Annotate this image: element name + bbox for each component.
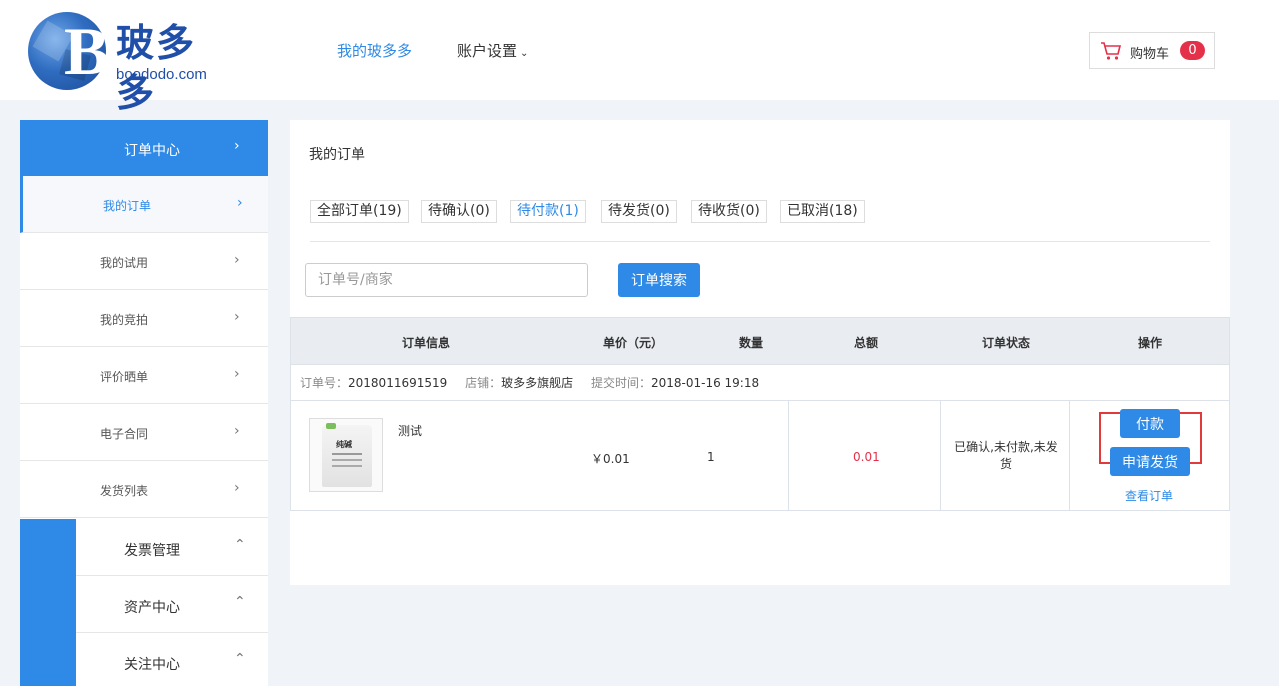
- table-header: 订单信息 单价（元） 数量 总额 订单状态 操作: [290, 317, 1230, 365]
- column-header-actions: 操作: [1137, 336, 1163, 350]
- sidebar-order-center[interactable]: 订单中心 ›: [20, 120, 268, 176]
- bag-tag-shape: [326, 423, 336, 429]
- sidebar: 订单中心 › 我的订单 › 我的试用 › 我的竞拍 › 评价晒单 › 电子合同 …: [20, 120, 268, 686]
- page-title: 我的订单: [309, 147, 365, 163]
- tab-all-orders[interactable]: 全部订单(19): [310, 200, 409, 223]
- submit-time-label: 提交时间：: [590, 376, 651, 390]
- product-name[interactable]: 测试: [398, 422, 422, 439]
- chevron-right-icon: ›: [234, 309, 240, 325]
- column-header-quantity: 数量: [738, 336, 764, 350]
- shop-label: 店铺：: [465, 376, 502, 390]
- sidebar-item-label: 发货列表: [100, 484, 149, 498]
- pay-button[interactable]: 付款: [1120, 409, 1180, 438]
- sidebar-item-my-auctions[interactable]: 我的竞拍 ›: [20, 290, 268, 347]
- column-divider: [1069, 401, 1070, 510]
- nav-my-boododo[interactable]: 我的玻多多: [337, 40, 412, 61]
- tab-pending-payment[interactable]: 待付款(1): [510, 200, 586, 223]
- nav-account-label: 账户设置: [457, 42, 518, 60]
- sidebar-group-label: 发票管理: [124, 543, 180, 559]
- logo-letter: B: [64, 13, 110, 89]
- order-search-button[interactable]: 订单搜索: [618, 263, 700, 297]
- chevron-right-icon: ›: [234, 423, 240, 439]
- sidebar-group-marker: [20, 519, 76, 576]
- column-header-total: 总额: [853, 336, 879, 350]
- chevron-right-icon: ›: [234, 480, 240, 496]
- nav-account-settings[interactable]: 账户设置 ⌄: [457, 40, 528, 61]
- sidebar-group-follow[interactable]: 关注中心 ⌃: [20, 633, 268, 686]
- chevron-right-icon: ›: [234, 252, 240, 268]
- chevron-up-icon: ⌃: [234, 537, 246, 553]
- unit-price: ￥0.01: [591, 452, 630, 466]
- tab-pending-receipt[interactable]: 待收货(0): [691, 200, 767, 223]
- sidebar-group-label: 关注中心: [124, 657, 180, 673]
- logo-domain: boododo.com: [116, 66, 207, 83]
- chevron-up-icon: ⌃: [234, 651, 246, 667]
- product-thumbnail[interactable]: 纯碱: [309, 418, 383, 492]
- sidebar-item-my-orders[interactable]: 我的订单 ›: [20, 176, 268, 233]
- sidebar-group-label: 资产中心: [124, 600, 180, 616]
- sidebar-item-shipping-list[interactable]: 发货列表 ›: [20, 461, 268, 518]
- sidebar-order-center-label: 订单中心: [124, 143, 180, 159]
- cart-button[interactable]: 购物车 0: [1089, 32, 1215, 69]
- sidebar-item-label: 我的试用: [100, 256, 149, 270]
- sidebar-item-reviews[interactable]: 评价晒单 ›: [20, 347, 268, 404]
- order-meta-row: 订单号：2018011691519 店铺：玻多多旗舰店 提交时间：2018-01…: [290, 365, 1230, 401]
- order-status: 已确认,未付款,未发货: [954, 440, 1058, 471]
- chevron-right-icon: ›: [237, 195, 243, 211]
- bag-line: [332, 459, 362, 461]
- sidebar-group-assets[interactable]: 资产中心 ⌃: [20, 576, 268, 633]
- sidebar-item-contracts[interactable]: 电子合同 ›: [20, 404, 268, 461]
- tab-cancelled[interactable]: 已取消(18): [780, 200, 865, 223]
- cart-count-badge: 0: [1180, 41, 1205, 60]
- top-header: B 玻多多 boododo.com 我的玻多多 账户设置 ⌄ 购物车 0: [0, 0, 1279, 115]
- chevron-up-icon: ⌃: [234, 594, 246, 610]
- tab-pending-confirm[interactable]: 待确认(0): [421, 200, 497, 223]
- shop-name[interactable]: 玻多多旗舰店: [501, 376, 573, 390]
- sidebar-group-marker: [20, 633, 76, 686]
- sidebar-item-my-trials[interactable]: 我的试用 ›: [20, 233, 268, 290]
- column-divider: [940, 401, 941, 510]
- view-order-link[interactable]: 查看订单: [1125, 487, 1173, 504]
- site-logo[interactable]: B 玻多多 boododo.com: [28, 12, 228, 115]
- sidebar-group-marker: [20, 576, 76, 633]
- bag-line: [332, 453, 362, 455]
- cart-label: 购物车: [1130, 47, 1170, 62]
- product-bag-image: 纯碱: [322, 423, 372, 487]
- submit-time: 2018-01-16 19:18: [650, 376, 760, 390]
- order-no-label: 订单号：: [300, 376, 349, 390]
- sidebar-group-invoices[interactable]: 发票管理 ⌃: [20, 519, 268, 576]
- bag-line: [332, 465, 362, 467]
- chevron-right-icon: ›: [234, 366, 240, 382]
- quantity: 1: [707, 450, 715, 464]
- column-header-status: 订单状态: [981, 336, 1031, 350]
- column-header-unit-price: 单价（元）: [602, 336, 664, 350]
- order-number: 2018011691519: [348, 376, 448, 390]
- column-divider: [788, 401, 789, 510]
- sidebar-item-label: 电子合同: [100, 427, 149, 441]
- sidebar-item-label: 我的竞拍: [100, 313, 149, 327]
- bag-label-text: 纯碱: [336, 440, 352, 449]
- sidebar-item-label: 我的订单: [103, 199, 152, 213]
- column-header-order-info: 订单信息: [401, 336, 451, 350]
- sidebar-item-label: 评价晒单: [100, 370, 149, 384]
- chevron-right-icon: ›: [234, 138, 240, 154]
- chevron-down-icon: ⌄: [520, 48, 529, 59]
- request-shipment-button[interactable]: 申请发货: [1110, 447, 1190, 476]
- divider: [310, 241, 1210, 242]
- main-panel: 我的订单 全部订单(19) 待确认(0) 待付款(1) 待发货(0) 待收货(0…: [290, 120, 1230, 585]
- order-search-input[interactable]: [305, 263, 588, 297]
- total-amount: 0.01: [853, 450, 880, 464]
- cart-icon: [1101, 42, 1122, 60]
- table-row: 纯碱 测试 ￥0.01 1 0.01 已确认,未付款,未发货 付款 申请发货 查…: [290, 401, 1230, 511]
- tab-pending-shipment[interactable]: 待发货(0): [601, 200, 677, 223]
